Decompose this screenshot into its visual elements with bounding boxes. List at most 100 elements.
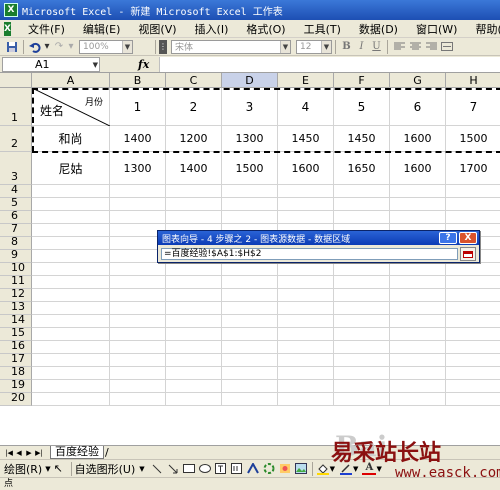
grid-cell[interactable] bbox=[166, 328, 222, 341]
grid-cell[interactable] bbox=[334, 354, 390, 367]
grid-cell[interactable] bbox=[390, 354, 446, 367]
column-header-c[interactable]: C bbox=[166, 73, 222, 88]
grid-cell[interactable] bbox=[110, 276, 166, 289]
month-header-cell[interactable]: 7 bbox=[446, 88, 500, 126]
oval-icon[interactable] bbox=[197, 462, 213, 476]
draw-menu[interactable]: 绘图(R) bbox=[4, 461, 42, 477]
grid-cell[interactable] bbox=[334, 393, 390, 406]
chevron-down-icon[interactable]: ▼ bbox=[280, 40, 290, 53]
grid-cell[interactable] bbox=[32, 276, 110, 289]
name-box[interactable]: A1 ▼ bbox=[2, 56, 100, 72]
first-sheet-icon[interactable]: |◀ bbox=[4, 449, 14, 457]
last-sheet-icon[interactable]: ▶| bbox=[34, 449, 44, 457]
select-all-corner[interactable] bbox=[0, 73, 32, 88]
grid-cell[interactable] bbox=[32, 224, 110, 237]
grid-cell[interactable] bbox=[390, 393, 446, 406]
prev-sheet-icon[interactable]: ◀ bbox=[14, 449, 24, 457]
textbox-icon[interactable] bbox=[213, 462, 229, 476]
grid-cell[interactable] bbox=[222, 341, 278, 354]
grid-cell[interactable] bbox=[110, 367, 166, 380]
grid-cell[interactable] bbox=[166, 367, 222, 380]
grid-cell[interactable] bbox=[222, 380, 278, 393]
line-icon[interactable] bbox=[149, 462, 165, 476]
chevron-down-icon[interactable]: ▼ bbox=[139, 465, 144, 473]
grid-cell[interactable] bbox=[390, 328, 446, 341]
value-cell[interactable]: 1600 bbox=[390, 126, 446, 152]
grid-cell[interactable] bbox=[222, 393, 278, 406]
menu-format[interactable]: 格式(O) bbox=[237, 21, 294, 37]
row-header-3[interactable]: 3 bbox=[0, 152, 32, 185]
vertical-textbox-icon[interactable] bbox=[229, 462, 245, 476]
grid-cell[interactable] bbox=[278, 289, 334, 302]
value-cell[interactable]: 1300 bbox=[222, 126, 278, 152]
grid-cell[interactable] bbox=[166, 289, 222, 302]
grid-cell[interactable] bbox=[334, 302, 390, 315]
grid-cell[interactable] bbox=[278, 211, 334, 224]
arrow-icon[interactable] bbox=[165, 462, 181, 476]
grid-cell[interactable] bbox=[334, 276, 390, 289]
expand-dialog-icon[interactable] bbox=[460, 247, 476, 261]
grid-cell[interactable] bbox=[222, 211, 278, 224]
value-cell[interactable]: 1500 bbox=[222, 152, 278, 185]
grid-cell[interactable] bbox=[222, 302, 278, 315]
diagram-icon[interactable] bbox=[261, 462, 277, 476]
grid-cell[interactable] bbox=[278, 367, 334, 380]
align-center-icon[interactable] bbox=[407, 40, 423, 54]
grid-cell[interactable] bbox=[446, 315, 500, 328]
grid-cell[interactable] bbox=[32, 341, 110, 354]
value-cell[interactable]: 1450 bbox=[278, 126, 334, 152]
grid-cell[interactable] bbox=[166, 354, 222, 367]
italic-button[interactable]: I bbox=[354, 40, 369, 54]
value-cell[interactable]: 1200 bbox=[166, 126, 222, 152]
menu-help[interactable]: 帮助(H) bbox=[466, 21, 500, 37]
grid-cell[interactable] bbox=[110, 341, 166, 354]
grid-cell[interactable] bbox=[278, 263, 334, 276]
grid-cell[interactable] bbox=[222, 289, 278, 302]
grid-cell[interactable] bbox=[32, 198, 110, 211]
grid-cell[interactable] bbox=[390, 367, 446, 380]
grid-cell[interactable] bbox=[446, 185, 500, 198]
name-cell[interactable]: 尼姑 bbox=[32, 152, 110, 185]
grid-cell[interactable] bbox=[446, 198, 500, 211]
grid-cell[interactable] bbox=[222, 354, 278, 367]
grid-cell[interactable] bbox=[390, 185, 446, 198]
grid-cell[interactable] bbox=[166, 315, 222, 328]
grid-cell[interactable] bbox=[390, 211, 446, 224]
grid-cell[interactable] bbox=[446, 263, 500, 276]
menu-file[interactable]: 文件(F) bbox=[19, 21, 74, 37]
grid-cell[interactable] bbox=[446, 380, 500, 393]
grid-cell[interactable] bbox=[278, 302, 334, 315]
month-header-cell[interactable]: 2 bbox=[166, 88, 222, 126]
grid-cell[interactable] bbox=[278, 315, 334, 328]
column-header-a[interactable]: A bbox=[32, 73, 110, 88]
grid-cell[interactable] bbox=[390, 289, 446, 302]
grid-cell[interactable] bbox=[166, 263, 222, 276]
grid-cell[interactable] bbox=[390, 198, 446, 211]
grid-cell[interactable] bbox=[390, 315, 446, 328]
value-cell[interactable]: 1700 bbox=[446, 152, 500, 185]
grid-cell[interactable] bbox=[110, 263, 166, 276]
chevron-down-icon[interactable]: ▼ bbox=[45, 465, 50, 473]
grid-cell[interactable] bbox=[390, 341, 446, 354]
grid-cell[interactable] bbox=[166, 341, 222, 354]
grid-cell[interactable] bbox=[166, 211, 222, 224]
menu-edit[interactable]: 编辑(E) bbox=[74, 21, 130, 37]
grid-cell[interactable] bbox=[110, 328, 166, 341]
grid-cell[interactable] bbox=[110, 380, 166, 393]
grid-cell[interactable] bbox=[334, 185, 390, 198]
grid-cell[interactable] bbox=[278, 185, 334, 198]
grid-cell[interactable] bbox=[110, 198, 166, 211]
grid-cell[interactable] bbox=[278, 198, 334, 211]
grid-cell[interactable] bbox=[222, 276, 278, 289]
grid-cell[interactable] bbox=[110, 185, 166, 198]
column-header-h[interactable]: H bbox=[446, 73, 500, 88]
underline-button[interactable]: U bbox=[369, 40, 384, 54]
grid-cell[interactable] bbox=[446, 276, 500, 289]
font-select[interactable]: 宋体 ▼ bbox=[171, 39, 291, 54]
grid-cell[interactable] bbox=[110, 302, 166, 315]
grid-cell[interactable] bbox=[32, 315, 110, 328]
grid-cell[interactable] bbox=[446, 393, 500, 406]
grid-cell[interactable] bbox=[278, 341, 334, 354]
grid-cell[interactable] bbox=[390, 263, 446, 276]
grid-cell[interactable] bbox=[32, 393, 110, 406]
